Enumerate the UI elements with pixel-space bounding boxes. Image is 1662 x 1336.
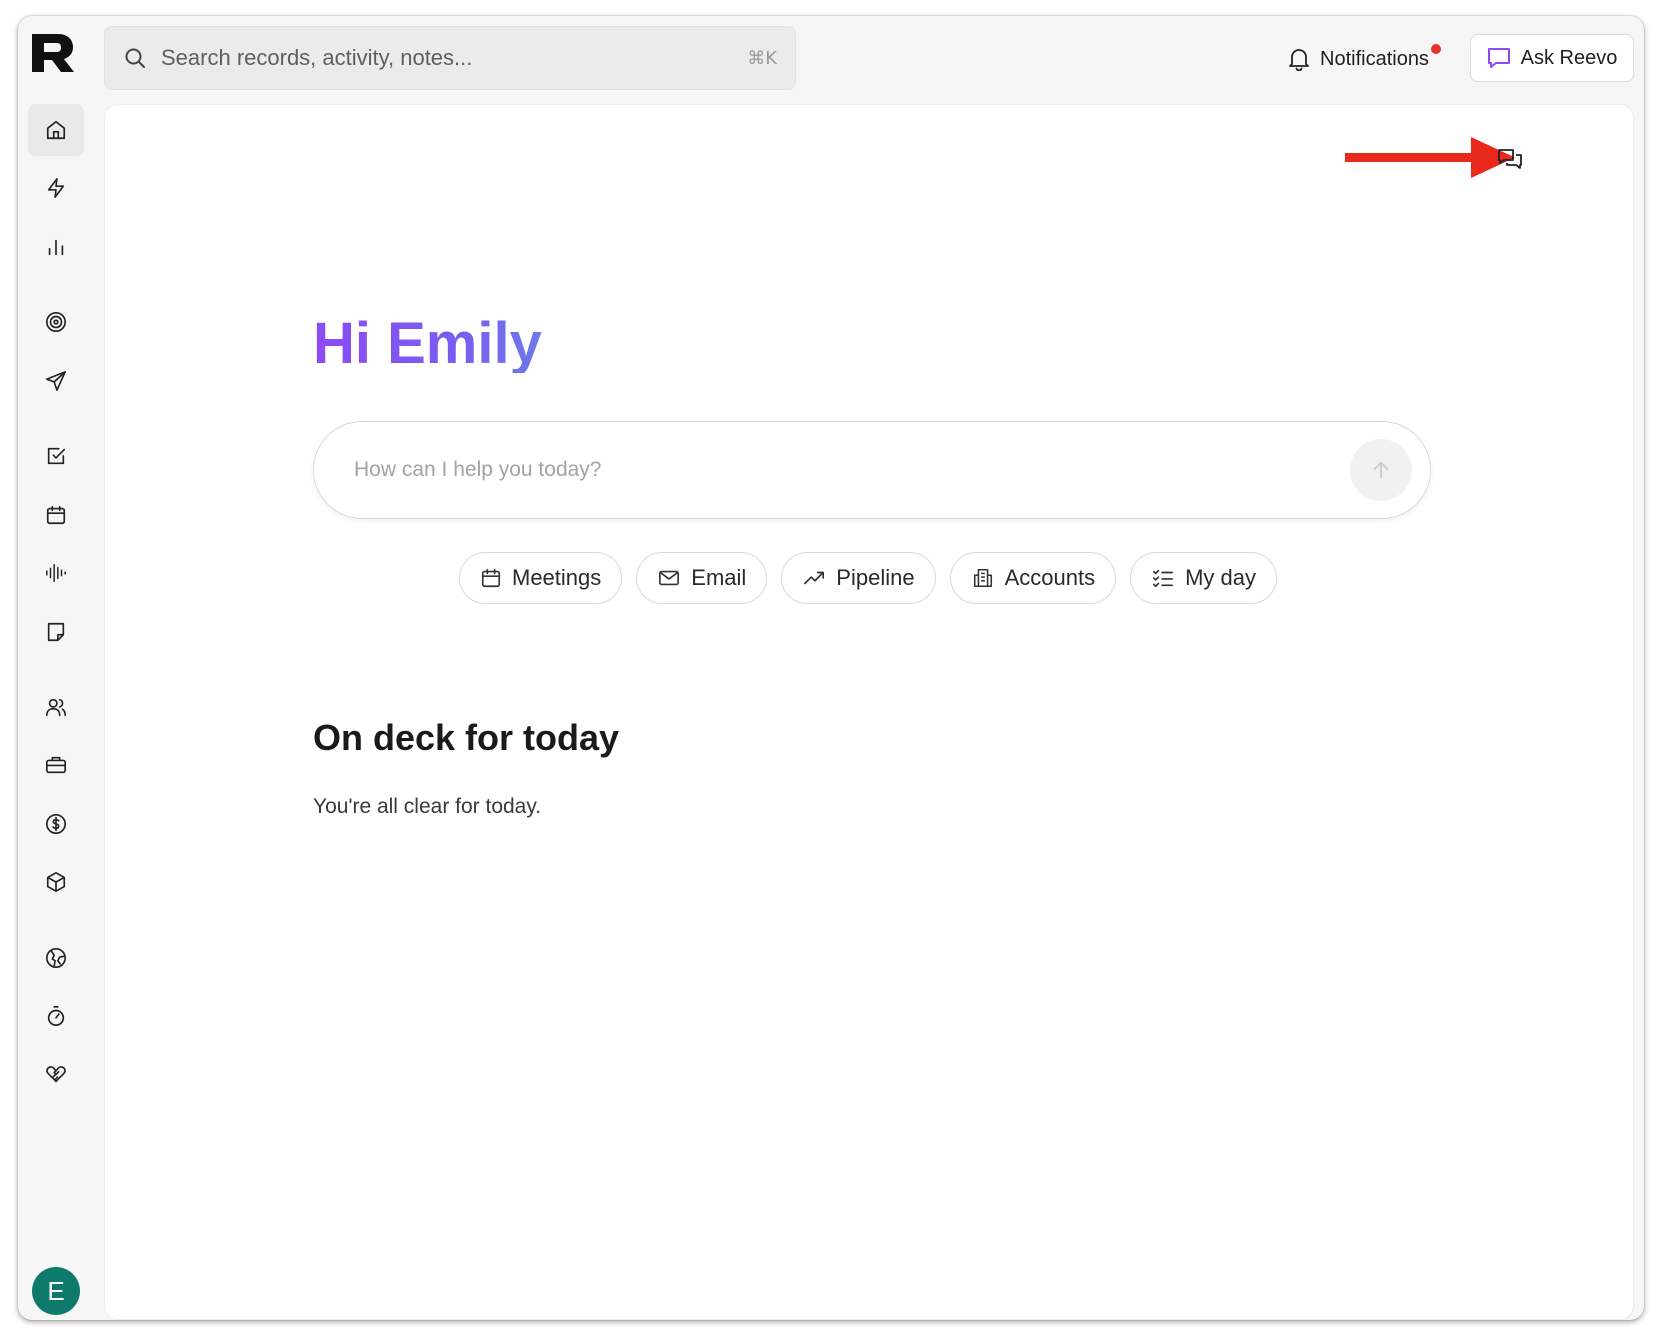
- send-icon: [45, 370, 67, 392]
- sidebar-item-partnerships[interactable]: [28, 1048, 84, 1100]
- chat-bubble-icon: [1487, 47, 1511, 69]
- chip-label: Meetings: [512, 565, 602, 590]
- globe-icon: [45, 947, 67, 969]
- on-deck-empty-state: You're all clear for today.: [313, 795, 542, 818]
- briefcase-icon: [45, 754, 67, 776]
- sidebar-item-contacts[interactable]: [28, 681, 84, 733]
- users-icon: [44, 696, 68, 718]
- note-icon: [45, 621, 67, 643]
- global-search[interactable]: ⌘K: [104, 26, 796, 90]
- chip-accounts[interactable]: Accounts: [949, 552, 1117, 604]
- mail-icon: [657, 567, 681, 589]
- sidebar-item-calendar[interactable]: [28, 489, 84, 541]
- arrow-up-icon: [1370, 459, 1392, 481]
- trend-up-icon: [802, 567, 826, 589]
- sidebar-item-notes[interactable]: [28, 606, 84, 658]
- sidebar-item-activity[interactable]: [28, 162, 84, 214]
- quick-action-chips: Meetings Email Pipeline Accounts My day: [459, 552, 1277, 604]
- search-input[interactable]: [161, 45, 748, 71]
- ask-reevo-button[interactable]: Ask Reevo: [1470, 34, 1634, 82]
- chip-label: Pipeline: [836, 565, 915, 590]
- chip-email[interactable]: Email: [636, 552, 768, 604]
- target-icon: [45, 311, 67, 333]
- sidebar-item-products[interactable]: [28, 856, 84, 908]
- sidebar-item-reports[interactable]: [28, 221, 84, 273]
- sidebar-item-calls[interactable]: [28, 547, 84, 599]
- search-shortcut-hint: ⌘K: [747, 47, 777, 69]
- lightning-icon: [45, 177, 67, 199]
- user-avatar[interactable]: E: [32, 1267, 80, 1315]
- notifications-label: Notifications: [1320, 47, 1429, 70]
- bar-chart-icon: [45, 236, 67, 258]
- checklist-icon: [1151, 567, 1175, 589]
- greeting-heading: Hi Emily: [313, 311, 542, 376]
- sidebar-item-integrations[interactable]: [28, 932, 84, 984]
- assistant-prompt-box[interactable]: [313, 421, 1431, 519]
- bell-icon: [1288, 47, 1310, 71]
- sidebar-item-home[interactable]: [28, 104, 84, 156]
- sidebar-item-goals[interactable]: [28, 296, 84, 348]
- home-icon: [45, 119, 67, 141]
- dollar-icon: [45, 813, 67, 835]
- app-window: ⌘K Notifications Ask Reevo: [18, 16, 1644, 1320]
- sidebar-item-time-tracking[interactable]: [28, 990, 84, 1042]
- send-prompt-button[interactable]: [1350, 439, 1412, 501]
- package-icon: [45, 871, 67, 893]
- chip-pipeline[interactable]: Pipeline: [781, 552, 936, 604]
- chip-label: My day: [1185, 565, 1256, 590]
- notification-unread-dot: [1430, 44, 1441, 54]
- calendar-icon: [480, 567, 502, 589]
- chip-meetings[interactable]: Meetings: [459, 552, 623, 604]
- handshake-icon: [44, 1063, 68, 1085]
- chip-my-day[interactable]: My day: [1130, 552, 1277, 604]
- sidebar-item-revenue[interactable]: [28, 798, 84, 850]
- sidebar-item-sequences[interactable]: [28, 355, 84, 407]
- ask-reevo-label: Ask Reevo: [1520, 46, 1618, 69]
- building-icon: [971, 567, 995, 589]
- reevo-logo[interactable]: [30, 30, 76, 76]
- checkbox-icon: [45, 445, 67, 467]
- timer-icon: [45, 1005, 67, 1027]
- chip-label: Accounts: [1004, 565, 1096, 590]
- on-deck-heading: On deck for today: [313, 717, 620, 758]
- main-content: Hi Emily Meetings Email Pipeline: [104, 104, 1634, 1320]
- chip-label: Email: [691, 565, 747, 590]
- sidebar-item-tasks[interactable]: [28, 430, 84, 482]
- notifications-button[interactable]: Notifications: [1288, 42, 1441, 76]
- search-icon: [123, 46, 147, 70]
- audio-wave-icon: [44, 562, 68, 584]
- sidebar-item-deals[interactable]: [28, 739, 84, 791]
- assistant-prompt-input[interactable]: [354, 458, 1350, 482]
- chat-history-button[interactable]: [1493, 143, 1527, 177]
- chat-history-icon: [1497, 148, 1523, 172]
- calendar-icon: [45, 504, 67, 526]
